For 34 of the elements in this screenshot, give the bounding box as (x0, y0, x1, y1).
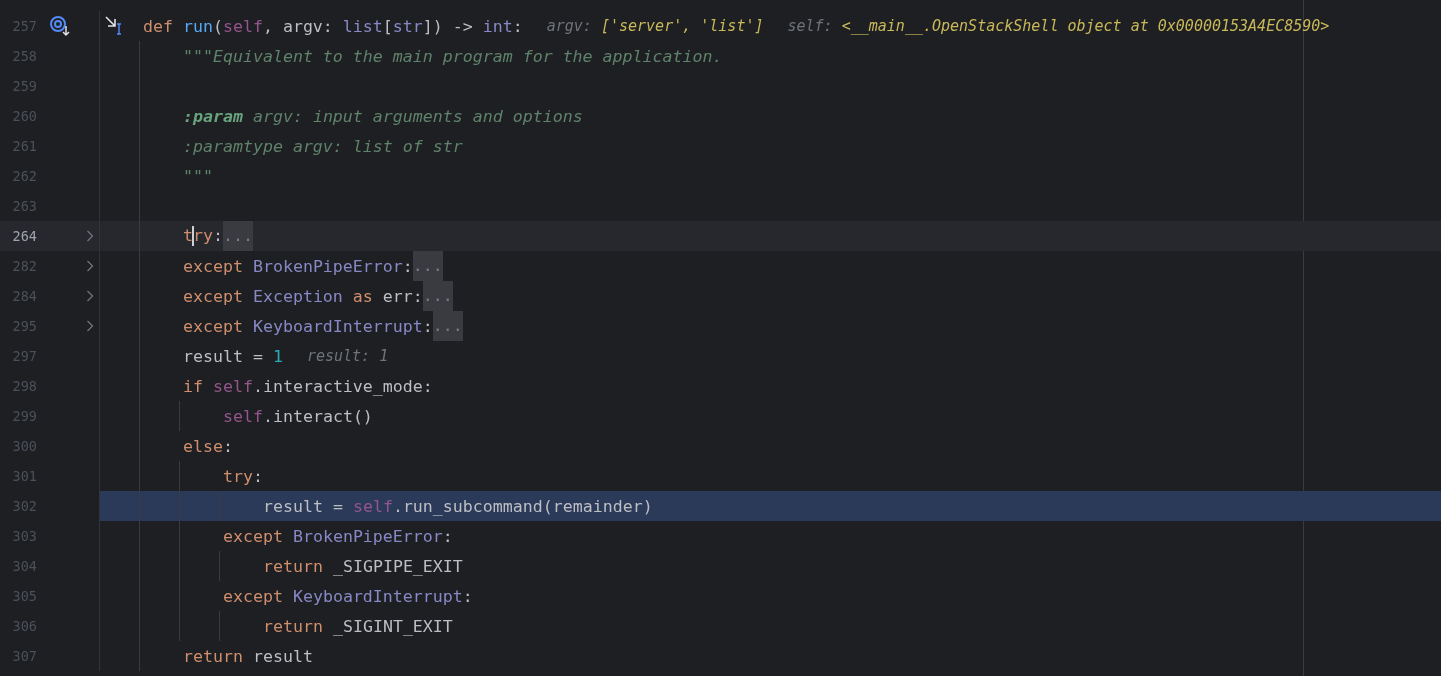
code-line: return result (183, 646, 313, 666)
inline-value-hint: result: 1 (306, 347, 389, 365)
code-line: result = 1 (183, 346, 283, 366)
inline-value-hint: argv: ['server', 'list'] (546, 17, 764, 35)
inline-value-hint: self: <__main__.OpenStackShell object at 0x00000153A4EC8590> (787, 17, 1330, 35)
code-line: else: (183, 436, 233, 456)
expand-chevron-icon[interactable] (86, 260, 94, 272)
code-line: try: (223, 466, 263, 486)
code-line: except BrokenPipeError: (183, 256, 413, 276)
folded-code-placeholder[interactable]: ... (412, 251, 443, 281)
code-line: return _SIGINT_EXIT (263, 616, 453, 636)
code-line: """Equivalent to the main program for the application. (183, 46, 723, 66)
code-line: """ (183, 166, 213, 186)
code-line: except Exception as err: (183, 286, 423, 306)
code-line: except BrokenPipeError: (223, 526, 453, 546)
code-line: t ry: (183, 225, 223, 247)
folded-code-placeholder[interactable]: ... (432, 311, 463, 341)
code-line: self.interact() (223, 406, 373, 426)
folded-code-placeholder[interactable]: ... (422, 281, 453, 311)
code-line: return _SIGPIPE_EXIT (263, 556, 463, 576)
code-line: result = self.run_subcommand(remainder) (263, 496, 653, 516)
code-line: def run(self, argv: list[str]) -> int: (143, 16, 523, 36)
code-line: if self.interactive_mode: (183, 376, 433, 396)
code-line: :paramtype argv: list of str (183, 136, 463, 156)
code-line: except KeyboardInterrupt: (223, 586, 473, 606)
debugger-frame-icon (49, 15, 71, 37)
expand-chevron-icon[interactable] (86, 230, 94, 242)
expand-chevron-icon[interactable] (86, 290, 94, 302)
code-line: :param argv: input arguments and options (183, 106, 583, 126)
folded-code-placeholder[interactable]: ... (223, 221, 253, 251)
line-number: 264 (11, 228, 37, 244)
code-line: except KeyboardInterrupt: (183, 316, 433, 336)
step-into-cursor-icon (104, 15, 124, 35)
expand-chevron-icon[interactable] (86, 320, 94, 332)
